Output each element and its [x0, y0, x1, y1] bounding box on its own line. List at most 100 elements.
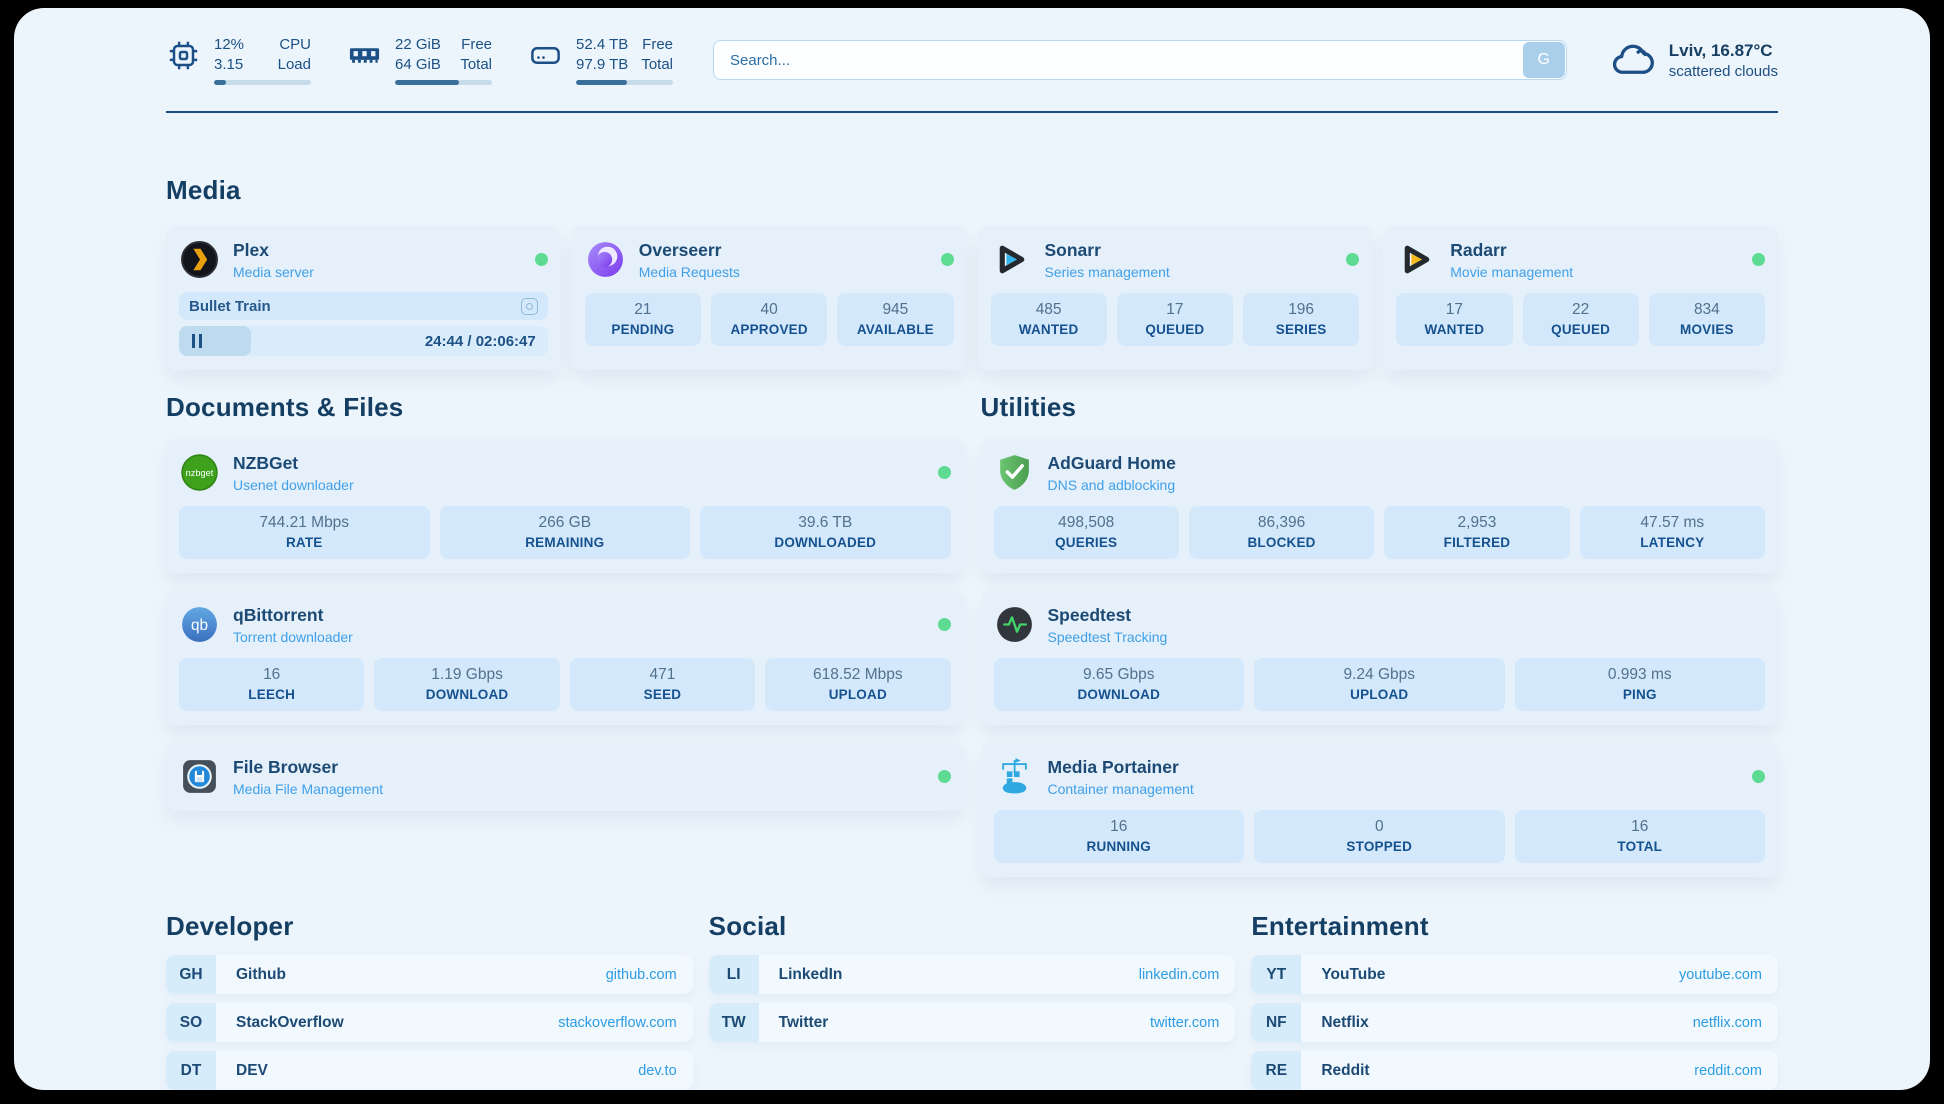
- app-card-portainer[interactable]: Media Portainer Container management 16 …: [981, 743, 1779, 877]
- app-card-speedtest[interactable]: Speedtest Speedtest Tracking 9.65 Gbps D…: [981, 591, 1779, 725]
- qbittorrent-icon: qb: [179, 604, 220, 645]
- link-row-stackoverflow[interactable]: SO StackOverflow stackoverflow.com: [166, 1003, 693, 1042]
- link-row-twitter[interactable]: TW Twitter twitter.com: [709, 1003, 1236, 1042]
- stat-label: DOWNLOADED: [704, 535, 947, 550]
- search-input[interactable]: [713, 40, 1567, 80]
- link-url[interactable]: reddit.com: [1694, 1063, 1762, 1079]
- disk-progress-track: [576, 80, 673, 85]
- app-card-adguard[interactable]: AdGuard Home DNS and adblocking 498,508 …: [981, 439, 1779, 573]
- app-card-sonarr[interactable]: Sonarr Series management 485 WANTED 17 Q…: [978, 226, 1373, 370]
- session-icon[interactable]: [521, 298, 538, 315]
- cpu-icon: [166, 38, 201, 73]
- link-url[interactable]: youtube.com: [1679, 967, 1762, 983]
- stat-value: 945: [841, 301, 949, 319]
- stat-label: STOPPED: [1258, 839, 1501, 854]
- stat-label: QUEUED: [1121, 322, 1229, 337]
- app-card-qbittorrent[interactable]: qb qBittorrent Torrent downloader 16 LEE…: [166, 591, 964, 725]
- link-abbr-badge: LI: [709, 955, 759, 994]
- stat-value: 86,396: [1193, 514, 1370, 532]
- now-playing-row: Bullet Train: [179, 292, 548, 320]
- app-card-filebrowser[interactable]: File Browser Media File Management: [166, 743, 964, 811]
- link-abbr-badge: RE: [1251, 1051, 1301, 1090]
- app-title: Sonarr: [1045, 240, 1170, 261]
- disk-total-value: 97.9 TB: [576, 55, 628, 75]
- weather-widget: Lviv, 16.87°C scattered clouds: [1609, 39, 1778, 81]
- overseerr-icon: [585, 239, 626, 280]
- stat-download: 9.65 Gbps DOWNLOAD: [994, 658, 1245, 711]
- stat-label: WANTED: [995, 322, 1103, 337]
- social-column: Social LI LinkedIn linkedin.com TW Twitt…: [709, 911, 1236, 1090]
- app-title: Radarr: [1450, 240, 1573, 261]
- stat-label: PING: [1519, 687, 1762, 702]
- stat-value: 196: [1247, 301, 1355, 319]
- portainer-icon: [994, 756, 1035, 797]
- status-dot: [535, 253, 548, 266]
- link-name: Twitter: [779, 1014, 829, 1032]
- link-row-youtube[interactable]: YT YouTube youtube.com: [1251, 955, 1778, 994]
- stat-blocked: 86,396 BLOCKED: [1189, 506, 1374, 559]
- link-abbr-badge: DT: [166, 1051, 216, 1090]
- stat-label: TOTAL: [1519, 839, 1762, 854]
- link-url[interactable]: netflix.com: [1693, 1015, 1762, 1031]
- stat-label: UPLOAD: [769, 687, 946, 702]
- disk-stat: 52.4 TB Free 97.9 TB Total: [528, 35, 673, 85]
- link-name: YouTube: [1321, 966, 1385, 984]
- stat-label: MOVIES: [1653, 322, 1761, 337]
- app-title: NZBGet: [233, 453, 354, 474]
- app-title: Speedtest: [1048, 605, 1168, 626]
- stat-label: UPLOAD: [1258, 687, 1501, 702]
- link-row-reddit[interactable]: RE Reddit reddit.com: [1251, 1051, 1778, 1090]
- app-card-radarr[interactable]: Radarr Movie management 17 WANTED 22 QUE…: [1383, 226, 1778, 370]
- status-dot: [1346, 253, 1359, 266]
- app-card-nzbget[interactable]: nzbget NZBGet Usenet downloader 744.21 M…: [166, 439, 964, 573]
- app-card-overseerr[interactable]: Overseerr Media Requests 21 PENDING 40 A…: [572, 226, 967, 370]
- stat-label: WANTED: [1400, 322, 1508, 337]
- stat-approved: 40 APPROVED: [711, 293, 827, 346]
- app-subtitle: Series management: [1045, 264, 1170, 280]
- link-row-dev[interactable]: DT DEV dev.to: [166, 1051, 693, 1090]
- app-subtitle: Movie management: [1450, 264, 1573, 280]
- stat-series: 196 SERIES: [1243, 293, 1359, 346]
- app-title: Plex: [233, 240, 314, 261]
- stat-label: QUEUED: [1527, 322, 1635, 337]
- ram-label-top: Free: [461, 35, 492, 55]
- link-row-linkedin[interactable]: LI LinkedIn linkedin.com: [709, 955, 1236, 994]
- weather-condition: scattered clouds: [1669, 63, 1778, 80]
- link-name: Github: [236, 966, 286, 984]
- stat-rate: 744.21 Mbps RATE: [179, 506, 430, 559]
- link-url[interactable]: github.com: [606, 967, 677, 983]
- stat-remaining: 266 GB REMAINING: [440, 506, 691, 559]
- link-url[interactable]: stackoverflow.com: [558, 1015, 676, 1031]
- app-card-plex[interactable]: Plex Media server Bullet Train 24:44 / 0…: [166, 226, 561, 370]
- stat-available: 945 AVAILABLE: [837, 293, 953, 346]
- disk-progress-fill: [576, 80, 627, 85]
- app-title: Media Portainer: [1048, 757, 1194, 778]
- link-row-netflix[interactable]: NF Netflix netflix.com: [1251, 1003, 1778, 1042]
- stat-value: 1.19 Gbps: [378, 666, 555, 684]
- playback-progress-bar: 24:44 / 02:06:47: [179, 326, 548, 356]
- ram-progress-fill: [395, 80, 459, 85]
- stat-value: 47.57 ms: [1584, 514, 1761, 532]
- link-url[interactable]: dev.to: [638, 1063, 676, 1079]
- memory-stat: 22 GiB Free 64 GiB Total: [347, 35, 492, 85]
- search-provider-button[interactable]: G: [1523, 42, 1565, 78]
- link-row-github[interactable]: GH Github github.com: [166, 955, 693, 994]
- section-heading-social: Social: [709, 911, 1236, 942]
- link-url[interactable]: twitter.com: [1150, 1015, 1219, 1031]
- stat-queries: 498,508 QUERIES: [994, 506, 1179, 559]
- link-name: DEV: [236, 1062, 268, 1080]
- stat-value: 471: [574, 666, 751, 684]
- stat-leech: 16 LEECH: [179, 658, 364, 711]
- header-divider: [166, 111, 1778, 113]
- stat-value: 834: [1653, 301, 1761, 319]
- svg-text:nzbget: nzbget: [186, 468, 214, 478]
- stat-value: 17: [1121, 301, 1229, 319]
- stat-label: DOWNLOAD: [378, 687, 555, 702]
- link-url[interactable]: linkedin.com: [1139, 967, 1220, 983]
- link-name: StackOverflow: [236, 1014, 344, 1032]
- stat-label: PENDING: [589, 322, 697, 337]
- filebrowser-icon: [179, 756, 220, 797]
- stat-queued: 22 QUEUED: [1523, 293, 1639, 346]
- pause-icon[interactable]: [192, 334, 202, 348]
- session-icon-lens: [526, 303, 533, 310]
